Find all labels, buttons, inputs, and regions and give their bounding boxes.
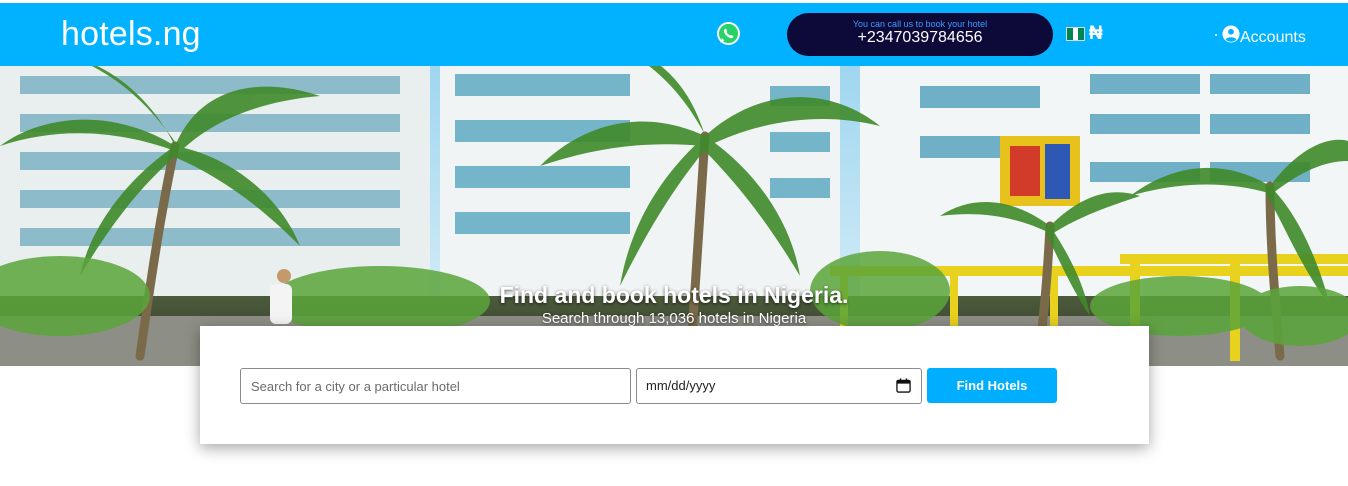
date-placeholder: mm/dd/yyyy (646, 378, 716, 393)
hero-title: Find and book hotels in Nigeria. (499, 282, 849, 308)
hero-subtitle: Search through 13,036 hotels in Nigeria (541, 310, 807, 327)
search-input[interactable] (240, 368, 631, 404)
nigeria-flag-icon[interactable] (1066, 27, 1085, 41)
accounts-link[interactable]: Accounts (1240, 29, 1306, 47)
calendar-icon[interactable] (896, 378, 911, 393)
date-input[interactable]: mm/dd/yyyy (636, 368, 922, 404)
currency-selector[interactable]: ₦ (1089, 23, 1103, 45)
find-hotels-button[interactable]: Find Hotels (927, 368, 1057, 403)
user-circle-icon[interactable] (1222, 25, 1240, 43)
whatsapp-icon[interactable] (716, 21, 741, 46)
phone-number[interactable]: +2347039784656 (787, 29, 1053, 47)
hero-banner: Find and book hotels in Nigeria. Search … (0, 66, 1348, 366)
search-card: mm/dd/yyyy Find Hotels (200, 326, 1149, 444)
separator-dot (1215, 34, 1217, 36)
site-logo[interactable]: hotels.ng (61, 15, 201, 54)
call-to-book-pill[interactable]: You can call us to book your hotel +2347… (787, 13, 1053, 56)
call-hint-text: You can call us to book your hotel (852, 19, 988, 29)
navbar: hotels.ng You can call us to book your h… (0, 3, 1348, 66)
